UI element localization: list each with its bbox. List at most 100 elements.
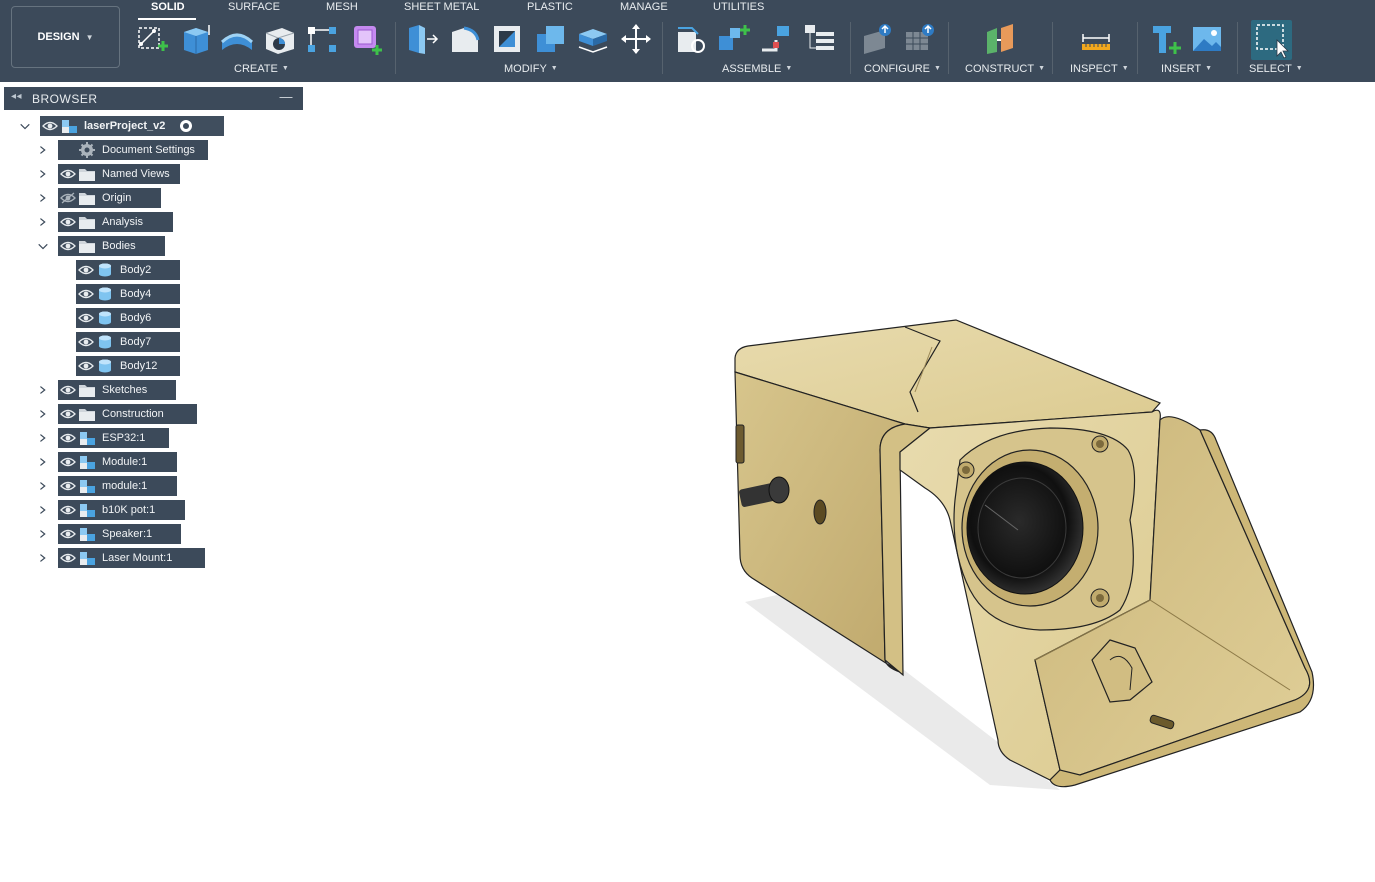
tree-item-body6[interactable]: Body6 bbox=[0, 308, 304, 328]
combine-icon[interactable] bbox=[533, 22, 567, 56]
tree-item-construction-node[interactable]: Construction bbox=[58, 404, 197, 424]
tree-item-origin[interactable]: Origin bbox=[0, 188, 304, 208]
chevron-down-icon[interactable] bbox=[37, 239, 49, 253]
eye-icon[interactable] bbox=[60, 456, 76, 468]
tree-item-document-settings-node[interactable]: Document Settings bbox=[58, 140, 208, 160]
configure-design-icon[interactable] bbox=[861, 22, 895, 56]
insert-mcmaster-icon[interactable] bbox=[1149, 22, 1183, 56]
eye-icon[interactable] bbox=[60, 384, 76, 396]
tab-solid[interactable]: SOLID bbox=[151, 1, 185, 17]
tree-item-body2[interactable]: Body2 bbox=[0, 260, 304, 280]
create-form-icon[interactable] bbox=[350, 22, 384, 56]
tree-item-module-1-node[interactable]: module:1 bbox=[58, 476, 177, 496]
tree-item-sketches-node[interactable]: Sketches bbox=[58, 380, 176, 400]
press-pull-icon[interactable] bbox=[405, 22, 439, 56]
eye-icon[interactable] bbox=[60, 528, 76, 540]
tab-mesh[interactable]: MESH bbox=[326, 1, 358, 17]
eye-icon[interactable] bbox=[78, 312, 94, 324]
chevron-right-icon[interactable] bbox=[37, 479, 49, 493]
create-menu[interactable]: CREATE ▼ bbox=[234, 63, 289, 75]
tree-item-laser-mount-1[interactable]: Laser Mount:1 bbox=[0, 548, 304, 568]
tree-item-origin-node[interactable]: Origin bbox=[58, 188, 161, 208]
fillet-icon[interactable] bbox=[448, 22, 482, 56]
tree-root[interactable]: laserProject_v2 bbox=[0, 116, 304, 136]
eye-hidden-icon[interactable] bbox=[60, 192, 76, 204]
configuration-table-icon[interactable] bbox=[903, 22, 937, 56]
tree-item-body6-node[interactable]: Body6 bbox=[76, 308, 180, 328]
tree-item-named-views[interactable]: Named Views bbox=[0, 164, 304, 184]
configure-menu[interactable]: CONFIGURE ▼ bbox=[864, 63, 941, 75]
chevron-right-icon[interactable] bbox=[37, 455, 49, 469]
canvas-image-icon[interactable] bbox=[1190, 22, 1224, 56]
eye-icon[interactable] bbox=[60, 480, 76, 492]
tree-item-named-views-node[interactable]: Named Views bbox=[58, 164, 180, 184]
chevron-down-icon[interactable] bbox=[19, 119, 31, 133]
tree-item-speaker-1-node[interactable]: Speaker:1 bbox=[58, 524, 181, 544]
chevron-right-icon[interactable] bbox=[37, 383, 49, 397]
eye-icon[interactable] bbox=[60, 216, 76, 228]
eye-icon[interactable] bbox=[78, 288, 94, 300]
eye-icon[interactable] bbox=[60, 168, 76, 180]
tree-item-body12[interactable]: Body12 bbox=[0, 356, 304, 376]
collapse-panel-icon[interactable]: ◂◂ bbox=[11, 91, 22, 102]
tree-item-body7-node[interactable]: Body7 bbox=[76, 332, 180, 352]
inspect-menu[interactable]: INSPECT ▼ bbox=[1070, 63, 1129, 75]
shell-icon[interactable] bbox=[490, 22, 524, 56]
tab-manage[interactable]: MANAGE bbox=[620, 1, 668, 17]
activate-component-icon[interactable] bbox=[179, 119, 193, 133]
tree-item-bodies[interactable]: Bodies bbox=[0, 236, 304, 256]
tree-item-construction[interactable]: Construction bbox=[0, 404, 304, 424]
tree-item-module-1-node[interactable]: Module:1 bbox=[58, 452, 177, 472]
tree-item-b10k-pot-1-node[interactable]: b10K pot:1 bbox=[58, 500, 185, 520]
rectangular-pattern-icon[interactable] bbox=[305, 22, 339, 56]
minimize-icon[interactable]: — bbox=[280, 89, 294, 104]
tab-plastic[interactable]: PLASTIC bbox=[527, 1, 573, 17]
model-viewport[interactable] bbox=[700, 300, 1340, 800]
offset-plane-icon[interactable] bbox=[983, 22, 1017, 56]
select-tool[interactable] bbox=[1251, 20, 1292, 60]
tree-item-document-settings[interactable]: Document Settings bbox=[0, 140, 304, 160]
chevron-right-icon[interactable] bbox=[37, 167, 49, 181]
eye-icon[interactable] bbox=[60, 432, 76, 444]
tree-item-body12-node[interactable]: Body12 bbox=[76, 356, 180, 376]
create-sketch-icon[interactable] bbox=[136, 22, 170, 56]
eye-icon[interactable] bbox=[60, 408, 76, 420]
assemble-menu[interactable]: ASSEMBLE ▼ bbox=[722, 63, 792, 75]
chevron-right-icon[interactable] bbox=[37, 551, 49, 565]
tree-item-esp32-1[interactable]: ESP32:1 bbox=[0, 428, 304, 448]
tree-item-esp32-1-node[interactable]: ESP32:1 bbox=[58, 428, 169, 448]
tree-root-node[interactable]: laserProject_v2 bbox=[40, 116, 224, 136]
tree-item-body4[interactable]: Body4 bbox=[0, 284, 304, 304]
hole-icon[interactable] bbox=[262, 22, 296, 56]
motion-link-icon[interactable] bbox=[802, 22, 836, 56]
chevron-right-icon[interactable] bbox=[37, 527, 49, 541]
modify-menu[interactable]: MODIFY ▼ bbox=[504, 63, 558, 75]
construct-menu[interactable]: CONSTRUCT ▼ bbox=[965, 63, 1045, 75]
new-component-icon[interactable] bbox=[674, 22, 708, 56]
eye-icon[interactable] bbox=[78, 360, 94, 372]
eye-icon[interactable] bbox=[60, 552, 76, 564]
tree-item-body4-node[interactable]: Body4 bbox=[76, 284, 180, 304]
joint-icon[interactable] bbox=[716, 22, 750, 56]
tree-item-body7[interactable]: Body7 bbox=[0, 332, 304, 352]
insert-menu[interactable]: INSERT ▼ bbox=[1161, 63, 1212, 75]
chevron-right-icon[interactable] bbox=[37, 503, 49, 517]
tree-item-laser-mount-1-node[interactable]: Laser Mount:1 bbox=[58, 548, 205, 568]
tree-item-body2-node[interactable]: Body2 bbox=[76, 260, 180, 280]
tree-item-analysis-node[interactable]: Analysis bbox=[58, 212, 173, 232]
tree-item-module-1[interactable]: Module:1 bbox=[0, 452, 304, 472]
extrude-icon[interactable] bbox=[178, 22, 212, 56]
chevron-right-icon[interactable] bbox=[37, 191, 49, 205]
tab-utilities[interactable]: UTILITIES bbox=[713, 1, 764, 17]
revolve-icon[interactable] bbox=[220, 22, 254, 56]
move-copy-icon[interactable] bbox=[619, 22, 653, 56]
eye-icon[interactable] bbox=[78, 336, 94, 348]
tree-item-b10k-pot-1[interactable]: b10K pot:1 bbox=[0, 500, 304, 520]
tab-sheet-metal[interactable]: SHEET METAL bbox=[404, 1, 479, 17]
eye-icon[interactable] bbox=[78, 264, 94, 276]
tree-item-bodies-node[interactable]: Bodies bbox=[58, 236, 165, 256]
chevron-right-icon[interactable] bbox=[37, 407, 49, 421]
as-built-joint-icon[interactable] bbox=[759, 22, 793, 56]
tree-item-sketches[interactable]: Sketches bbox=[0, 380, 304, 400]
chevron-right-icon[interactable] bbox=[37, 143, 49, 157]
